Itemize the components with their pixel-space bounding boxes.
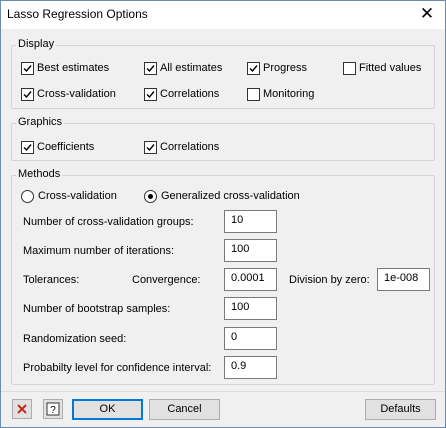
tolerances-label: Tolerances: <box>23 274 80 286</box>
division-by-zero-label: Division by zero: <box>289 274 370 286</box>
red-x-icon <box>17 404 27 414</box>
radio-cross-validation[interactable]: Cross-validation <box>21 189 117 203</box>
checkbox-box[interactable] <box>21 87 34 101</box>
radio-label: Cross-validation <box>38 190 117 202</box>
radio-selected-dot <box>148 193 153 199</box>
cancel-button[interactable]: Cancel <box>149 399 220 420</box>
checkbox-best-estimates[interactable]: Best estimates <box>21 61 109 75</box>
randomization-seed-label: Randomization seed: <box>23 333 127 345</box>
checkbox-box[interactable] <box>144 87 157 101</box>
max-iterations-input[interactable]: 100 <box>224 239 277 262</box>
checkbox-label: Cross-validation <box>37 88 116 100</box>
checkbox-label: Monitoring <box>263 88 315 100</box>
close-icon[interactable]: ✕ <box>417 4 437 24</box>
bootstrap-samples-label: Number of bootstrap samples: <box>23 303 171 315</box>
radio-generalized-cross-validation[interactable]: Generalized cross-validation <box>144 189 300 203</box>
checkbox-label: Correlations <box>160 141 220 153</box>
dialog-window: Lasso Regression Options ✕ Display Best … <box>0 0 446 428</box>
division-by-zero-input[interactable]: 1e-008 <box>377 268 430 291</box>
max-iterations-label: Maximum number of iterations: <box>23 245 174 257</box>
probability-level-label: Probabilty level for confidence interval… <box>23 362 212 374</box>
checkbox-monitoring[interactable]: Monitoring <box>247 87 314 101</box>
window-title: Lasso Regression Options <box>7 7 148 21</box>
radio-circle[interactable] <box>21 189 34 203</box>
randomization-seed-input[interactable]: 0 <box>224 327 277 350</box>
help-button[interactable]: ? <box>43 399 63 419</box>
checkbox-progress[interactable]: Progress <box>247 61 307 75</box>
checkbox-box[interactable] <box>343 61 356 75</box>
checkbox-box[interactable] <box>247 61 260 75</box>
checkbox-fitted-values[interactable]: Fitted values <box>343 61 421 75</box>
checkbox-box[interactable] <box>247 87 260 101</box>
checkbox-box[interactable] <box>144 61 157 75</box>
bootstrap-samples-input[interactable]: 100 <box>224 297 277 320</box>
cv-groups-label: Number of cross-validation groups: <box>23 216 194 228</box>
convergence-label: Convergence: <box>132 274 201 286</box>
probability-level-input[interactable]: 0.9 <box>224 356 277 379</box>
convergence-input[interactable]: 0.0001 <box>224 268 277 291</box>
checkbox-box[interactable] <box>21 140 34 154</box>
help-question-icon: ? <box>46 402 60 416</box>
cv-groups-input[interactable]: 10 <box>224 210 277 233</box>
checkbox-graph-correlations[interactable]: Correlations <box>144 140 219 154</box>
ok-button[interactable]: OK <box>72 399 143 420</box>
checkbox-box[interactable] <box>144 140 157 154</box>
checkbox-label: Progress <box>263 62 308 74</box>
footer-separator <box>1 391 445 392</box>
radio-circle[interactable] <box>144 189 157 203</box>
checkbox-label: Coefficients <box>37 141 95 153</box>
methods-group-label: Methods <box>16 168 63 180</box>
svg-text:?: ? <box>50 405 56 416</box>
checkbox-graph-coefficients[interactable]: Coefficients <box>21 140 94 154</box>
radio-label: Generalized cross-validation <box>161 190 300 202</box>
clear-button[interactable] <box>12 399 32 419</box>
checkbox-all-estimates[interactable]: All estimates <box>144 61 222 75</box>
checkbox-label: Correlations <box>160 88 220 100</box>
checkbox-correlations[interactable]: Correlations <box>144 87 219 101</box>
checkbox-box[interactable] <box>21 61 34 75</box>
checkbox-label: Fitted values <box>359 62 422 74</box>
checkbox-cross-validation[interactable]: Cross-validation <box>21 87 116 101</box>
display-group-label: Display <box>16 38 57 50</box>
checkbox-label: All estimates <box>160 62 223 74</box>
title-bar: Lasso Regression Options ✕ <box>1 1 445 29</box>
checkbox-label: Best estimates <box>37 62 110 74</box>
graphics-group-label: Graphics <box>16 116 65 128</box>
defaults-button[interactable]: Defaults <box>365 399 436 420</box>
